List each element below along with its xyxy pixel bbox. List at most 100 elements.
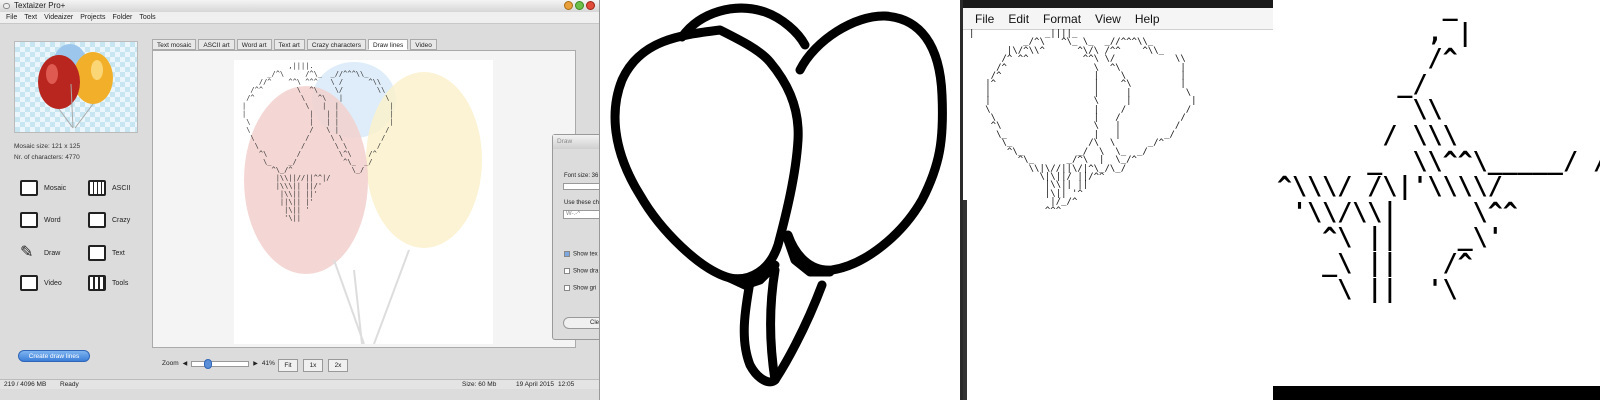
show-text-label: Show tex [573, 251, 598, 258]
tool-draw[interactable]: ✎ Draw [20, 245, 60, 261]
show-text-option[interactable]: Show tex [564, 251, 598, 258]
tool-tools[interactable]: Tools [88, 275, 128, 291]
notepad-menu-help[interactable]: Help [1135, 8, 1160, 29]
ascii-closeup-panel: _ , | /^ _/ \\ / \\\ _ \\^^\_____/ / ^\\… [1273, 0, 1600, 400]
menu-videaizer[interactable]: Videaizer [44, 12, 73, 23]
notepad-titlebar [963, 0, 1273, 8]
keyboard-icon [88, 180, 106, 196]
preview-canvas[interactable]: ,||||. _/^\ /^\_ _//^^^\\_ //^ ^^\ ^^^ \… [234, 60, 493, 344]
notepad-menu-view[interactable]: View [1095, 8, 1121, 29]
tool-ascii-label: ASCII [112, 184, 131, 192]
mosaic-icon [20, 180, 38, 196]
create-draw-lines-button[interactable]: Create draw lines [18, 350, 90, 362]
book-icon [20, 212, 38, 228]
notepad-menu-file[interactable]: File [975, 8, 994, 29]
ascii-closeup-text: _ , | /^ _/ \\ / \\\ _ \\^^\_____/ / ^\\… [1277, 0, 1600, 303]
clear-button[interactable]: Clea [563, 317, 599, 329]
checkbox-icon[interactable] [564, 268, 570, 274]
app-icon [3, 3, 10, 9]
film-icon [20, 275, 38, 291]
notepad-menu-bar: File Edit Format View Help [963, 8, 1273, 30]
sidebar: Mosaic size: 121 x 125 Nr. of characters… [0, 25, 150, 370]
notepad-text-area[interactable]: | _||||_ _/^\ ^\_ \_ _//^^^\\_ |\/^\\^ ^… [969, 30, 1197, 216]
menu-file[interactable]: File [6, 12, 17, 23]
notepad-menu-format[interactable]: Format [1043, 8, 1081, 29]
tool-word-label: Word [44, 216, 61, 224]
pen-icon [88, 245, 106, 261]
source-thumbnail[interactable] [14, 41, 138, 133]
tool-crazy-label: Crazy [112, 216, 131, 224]
tab-crazy-characters[interactable]: Crazy characters [306, 39, 366, 50]
ascii-overlay: ,||||. _/^\ /^\_ _//^^^\\_ //^ ^^\ ^^^ \… [242, 62, 394, 222]
show-grid-option[interactable]: Show gri [564, 285, 596, 292]
zoom-left-icon[interactable]: ◀ [183, 360, 188, 367]
show-grid-label: Show gri [573, 285, 597, 292]
line-drawing-panel [600, 0, 960, 400]
tab-text-mosaic[interactable]: Text mosaic [152, 39, 197, 50]
checkbox-checked-icon[interactable] [564, 251, 570, 257]
tool-mosaic-label: Mosaic [44, 184, 67, 192]
menu-tools[interactable]: Tools [139, 12, 155, 23]
status-state: Ready [60, 381, 79, 388]
zoom-2x-button[interactable]: 2x [328, 359, 348, 372]
menu-text[interactable]: Text [24, 12, 37, 23]
tool-mosaic[interactable]: Mosaic [20, 180, 66, 196]
tool-crazy[interactable]: Crazy [88, 212, 130, 228]
menu-folder[interactable]: Folder [112, 12, 132, 23]
zoom-value: 41% [261, 360, 275, 367]
tool-text[interactable]: Text [88, 245, 125, 261]
zoom-label: Zoom [162, 360, 179, 367]
tool-draw-label: Draw [44, 249, 61, 257]
fit-button[interactable]: Fit [278, 359, 298, 372]
char-count-label: Nr. of characters: 4770 [14, 154, 80, 161]
dark-bottom-strip [1273, 386, 1600, 400]
sliders-icon [88, 275, 106, 291]
status-memory: 219 / 4096 MB [4, 381, 47, 388]
chars-input[interactable]: W-.-^ [563, 210, 599, 219]
notepad-menu-edit[interactable]: Edit [1008, 8, 1029, 29]
textaizer-window: Textaizer Pro+ File Text Videaizer Proje… [0, 0, 600, 400]
font-size-label: Font size: 36 [564, 173, 599, 179]
status-size: Size: 60 Mb [462, 381, 497, 388]
tab-draw-lines[interactable]: Draw lines [367, 39, 409, 50]
status-bar: 219 / 4096 MB Ready Size: 60 Mb 19 April… [0, 379, 599, 389]
tool-ascii[interactable]: ASCII [88, 180, 130, 196]
menu-projects[interactable]: Projects [80, 12, 105, 23]
zoom-slider[interactable] [191, 358, 250, 369]
tab-video[interactable]: Video [410, 39, 437, 50]
title-bar: Textaizer Pro+ [0, 0, 599, 12]
tool-tools-label: Tools [112, 279, 129, 287]
status-time: 12:05 [558, 381, 575, 388]
status-date: 19 April 2015 [516, 381, 554, 388]
font-size-slider[interactable] [563, 183, 599, 190]
tool-text-label: Text [112, 249, 125, 257]
tool-video-label: Video [44, 279, 62, 287]
zoom-control: Zoom ◀ ▶ 41% [162, 358, 275, 369]
close-icon[interactable] [586, 1, 595, 10]
minimize-icon[interactable] [564, 1, 573, 10]
zoom-1x-button[interactable]: 1x [303, 359, 323, 372]
use-chars-label: Use these ch [564, 200, 600, 206]
feather-icon: ✎ [20, 244, 34, 261]
wave-icon [88, 212, 106, 228]
zoom-slider-knob[interactable] [204, 358, 213, 369]
balloon-outline-drawing [610, 3, 947, 387]
draw-dialog: Draw Font size: 36 Use these ch W-.-^ Sh… [552, 134, 600, 340]
tab-text-art[interactable]: Text art [273, 39, 305, 50]
show-draw-option[interactable]: Show dra [564, 268, 598, 275]
notepad-scrollbar[interactable] [963, 200, 967, 400]
checkbox-icon[interactable] [564, 285, 570, 291]
zoom-right-icon[interactable]: ▶ [253, 360, 258, 367]
tab-word-art[interactable]: Word art [236, 39, 272, 50]
draw-dialog-title: Draw [553, 135, 599, 149]
maximize-icon[interactable] [575, 1, 584, 10]
tab-strip: Text mosaic ASCII art Word art Text art … [152, 39, 437, 50]
tool-word[interactable]: Word [20, 212, 61, 228]
tab-ascii-art[interactable]: ASCII art [198, 39, 235, 50]
tool-video[interactable]: Video [20, 275, 62, 291]
window-title: Textaizer Pro+ [14, 1, 66, 10]
menu-bar: File Text Videaizer Projects Folder Tool… [0, 12, 599, 24]
preview-area[interactable]: ,||||. _/^\ /^\_ _//^^^\\_ //^ ^^\ ^^^ \… [152, 50, 576, 348]
notepad-window: File Edit Format View Help | _||||_ _/^\… [960, 0, 1273, 400]
mosaic-size-label: Mosaic size: 121 x 125 [14, 143, 81, 150]
